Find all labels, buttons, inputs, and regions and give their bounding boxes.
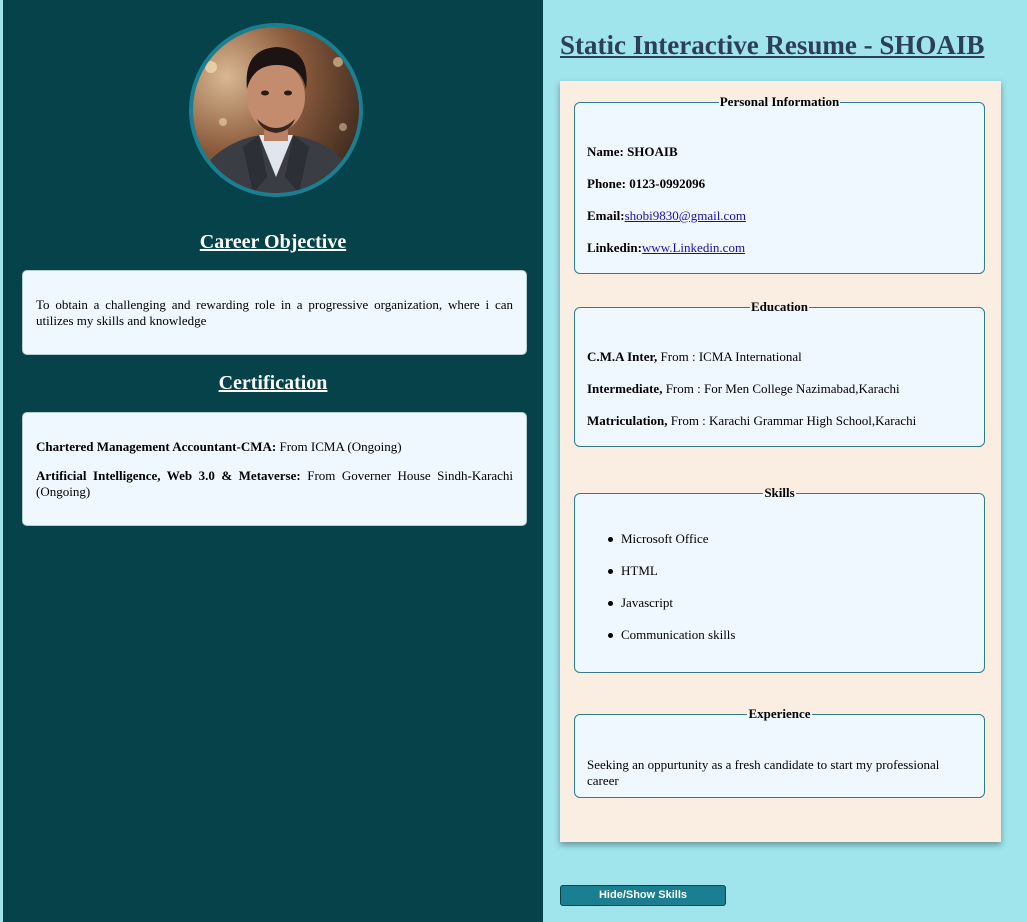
education-detail: From : For Men College Nazimabad,Karachi xyxy=(662,381,900,396)
certification-name: Artificial Intelligence, Web 3.0 & Metav… xyxy=(36,468,301,483)
linkedin-label: Linkedin: xyxy=(587,240,642,255)
experience-legend: Experience xyxy=(748,706,811,721)
name-label: Name: xyxy=(587,144,624,159)
skill-item: Communication skills xyxy=(607,627,735,659)
phone-label: Phone: xyxy=(587,176,626,191)
education-item: Matriculation, From : Karachi Grammar Hi… xyxy=(587,413,916,429)
certification-item: Artificial Intelligence, Web 3.0 & Metav… xyxy=(36,468,513,500)
experience-text: Seeking an oppurtunity as a fresh candid… xyxy=(587,757,940,788)
education-degree: Matriculation, xyxy=(587,413,668,428)
page-title: Static Interactive Resume - SHOAIB xyxy=(560,30,985,60)
certification-detail: From ICMA (Ongoing) xyxy=(276,439,402,454)
education-item: C.M.A Inter, From : ICMA International xyxy=(587,349,802,365)
certification-heading: Certification xyxy=(218,372,328,394)
name-row: Name: SHOAIB xyxy=(587,144,678,160)
experience-section: Experience Seeking an oppurtunity as a f… xyxy=(574,706,985,798)
education-detail: From : ICMA International xyxy=(657,349,802,364)
education-degree: Intermediate, xyxy=(587,381,663,396)
skills-legend: Skills xyxy=(764,485,795,500)
education-detail: From : Karachi Grammar High School,Karac… xyxy=(667,413,917,428)
skill-item: Microsoft Office xyxy=(607,531,735,563)
phone-row: Phone: 0123-0992096 xyxy=(587,176,705,192)
certification-card: Chartered Management Accountant-CMA: Fro… xyxy=(22,412,527,526)
main-panel: Static Interactive Resume - SHOAIB Perso… xyxy=(543,0,1027,922)
phone-value: 0123-0992096 xyxy=(629,176,706,191)
linkedin-row: Linkedin:www.Linkedin.com xyxy=(587,240,745,256)
email-label: Email: xyxy=(587,208,625,223)
career-objective-text: To obtain a challenging and rewarding ro… xyxy=(36,297,513,328)
personal-information-section: Personal Information Name: SHOAIB Phone:… xyxy=(574,94,985,274)
career-objective-card: To obtain a challenging and rewarding ro… xyxy=(22,270,527,355)
skill-item: HTML xyxy=(607,563,735,595)
name-value: SHOAIB xyxy=(627,144,678,159)
skill-item: Javascript xyxy=(607,595,735,627)
sidebar: Career Objective To obtain a challenging… xyxy=(3,0,543,922)
education-item: Intermediate, From : For Men College Naz… xyxy=(587,381,900,397)
skills-list: Microsoft Office HTML Javascript Communi… xyxy=(607,531,735,659)
email-link[interactable]: shobi9830@gmail.com xyxy=(625,208,746,223)
linkedin-link[interactable]: www.Linkedin.com xyxy=(642,240,745,255)
hide-show-skills-button[interactable]: Hide/Show Skills xyxy=(560,885,726,906)
personal-information-legend: Personal Information xyxy=(719,94,840,109)
email-row: Email:shobi9830@gmail.com xyxy=(587,208,746,224)
education-degree: C.M.A Inter, xyxy=(587,349,658,364)
education-legend: Education xyxy=(750,299,809,314)
certification-name: Chartered Management Accountant-CMA: xyxy=(36,439,277,454)
certification-item: Chartered Management Accountant-CMA: Fro… xyxy=(36,439,513,455)
profile-photo xyxy=(189,23,363,197)
education-section: Education C.M.A Inter, From : ICMA Inter… xyxy=(574,299,985,447)
career-objective-heading: Career Objective xyxy=(199,231,347,253)
resume-sheet: Personal Information Name: SHOAIB Phone:… xyxy=(560,81,1001,842)
skills-section: Skills Microsoft Office HTML Javascript … xyxy=(574,485,985,673)
